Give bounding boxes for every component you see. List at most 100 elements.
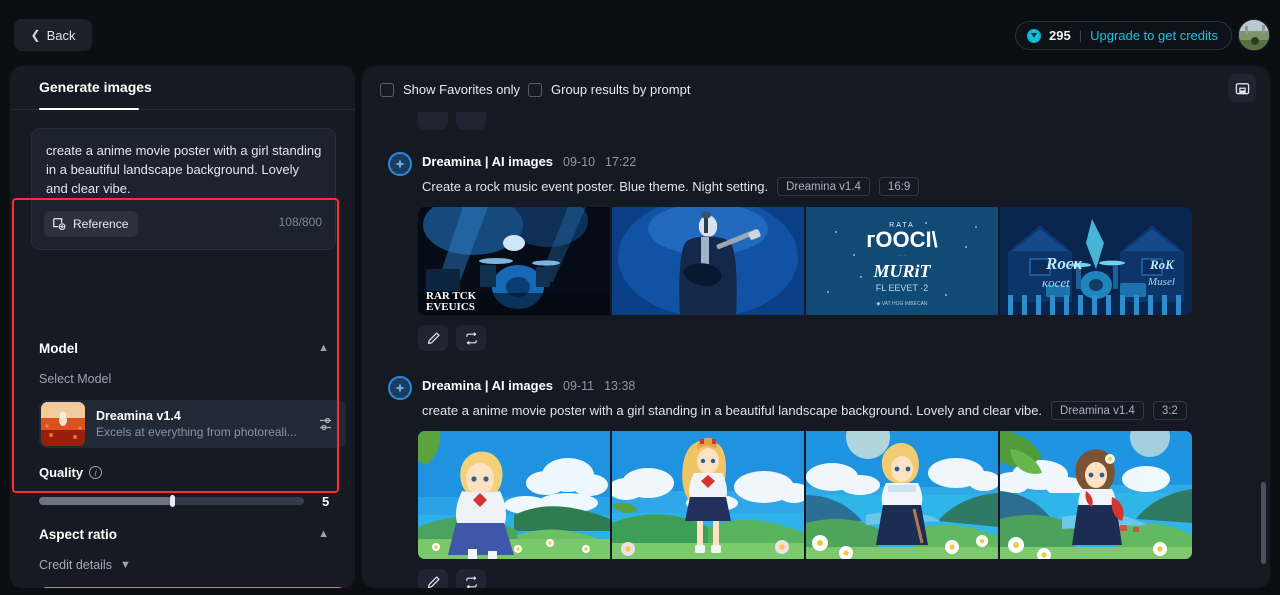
model-description: Excels at everything from photoreali... [96, 425, 297, 439]
model-tag: Dreamina v1.4 [1051, 401, 1144, 420]
tab-active-indicator [39, 108, 139, 110]
result-prompt: Create a rock music event poster. Blue t… [422, 179, 769, 194]
model-section-header[interactable]: Model ▲ [39, 341, 329, 356]
loop-icon [465, 331, 477, 345]
show-favorites-checkbox[interactable]: Show Favorites only [380, 82, 520, 97]
result-prompt: create a anime movie poster with a girl … [422, 403, 1043, 418]
select-model-label: Select Model [39, 372, 112, 386]
edit-button[interactable] [418, 112, 448, 130]
result-image-anime-1 [418, 431, 610, 559]
model-thumbnail-image [41, 402, 85, 446]
results-scroll-area[interactable]: Dreamina | AI images 09-10 17:22 Create … [362, 112, 1270, 588]
result-image[interactable] [806, 431, 998, 559]
edit-button[interactable] [418, 569, 448, 588]
tab-generate-images[interactable]: Generate images [39, 79, 152, 95]
result-time: 13:38 [604, 379, 636, 393]
quality-slider[interactable] [39, 495, 304, 507]
reference-button[interactable]: Reference [44, 211, 139, 237]
result-thumbnails: RAR TCK EVEUICS RATA гOOCI\ · · · MURiT … [418, 207, 1192, 315]
aspect-ratio-section-header[interactable]: Aspect ratio ▲ [39, 527, 329, 542]
back-button[interactable]: ❮ Back [14, 19, 92, 51]
result-image-stage: RAR TCK EVEUICS [418, 207, 610, 315]
back-button-label: Back [46, 27, 76, 43]
credits-count: 295 [1049, 28, 1071, 43]
prompt-box[interactable]: create a anime movie poster with a girl … [31, 128, 336, 250]
result-image-typographic: RATA гOOCI\ · · · MURiT FL EEVET ·2 ◆ VA… [806, 207, 998, 315]
result-image[interactable]: RATA гOOCI\ · · · MURiT FL EEVET ·2 ◆ VA… [806, 207, 998, 315]
quality-label: Quality i [39, 465, 103, 480]
result-image-anime-2 [612, 431, 804, 559]
svg-text:Musel: Musel [1147, 276, 1175, 288]
results-panel: Show Favorites only Group results by pro… [362, 66, 1270, 588]
regenerate-button[interactable] [456, 325, 486, 351]
sliders-icon[interactable] [318, 415, 336, 433]
result-image[interactable] [1000, 431, 1192, 559]
pencil-icon [427, 575, 440, 588]
char-counter: 108/800 [278, 215, 322, 229]
upgrade-link[interactable]: Upgrade to get credits [1090, 28, 1218, 43]
album-button[interactable] [1228, 74, 1256, 102]
credit-coin-icon [1027, 28, 1041, 43]
previous-result-actions[interactable] [418, 112, 486, 130]
model-select-row[interactable]: Dreamina v1.4 Excels at everything from … [39, 400, 346, 448]
generate-button[interactable]: Generate 5 [39, 587, 346, 588]
avatar[interactable] [1238, 19, 1270, 51]
chevron-up-icon[interactable]: ▲ [318, 343, 329, 354]
ratio-tag: 3:2 [1152, 401, 1187, 420]
aspect-ratio-title: Aspect ratio [39, 527, 118, 542]
result-prompt-row: Create a rock music event poster. Blue t… [422, 177, 920, 196]
group-by-prompt-label: Group results by prompt [551, 82, 691, 97]
model-name: Dreamina v1.4 [96, 409, 181, 423]
chevron-up-icon[interactable]: ▲ [318, 529, 329, 540]
loop-icon [465, 575, 477, 588]
group-by-prompt-checkbox[interactable]: Group results by prompt [528, 82, 690, 97]
result-header: Dreamina | AI images 09-11 13:38 [422, 378, 635, 393]
model-info: Dreamina v1.4 Excels at everything from … [96, 409, 318, 439]
svg-text:◆ VAT HOG IMBECAN: ◆ VAT HOG IMBECAN [876, 301, 927, 307]
result-thumbnails [418, 431, 1192, 559]
svg-text:FL EEVET ·2: FL EEVET ·2 [876, 283, 929, 293]
svg-text:RoK: RoK [1149, 257, 1175, 272]
svg-text:Rocк: Rocк [1045, 254, 1082, 273]
add-image-icon [53, 218, 66, 230]
result-date: 09-11 [563, 379, 595, 393]
info-icon[interactable]: i [89, 466, 103, 479]
result-image[interactable]: Rocк кocet RoK Musel [1000, 207, 1192, 315]
result-actions [418, 569, 486, 588]
result-image[interactable]: RAR TCK EVEUICS [418, 207, 610, 315]
top-bar: ❮ Back 295 | Upgrade to get credits [0, 0, 1280, 70]
show-favorites-label: Show Favorites only [403, 82, 521, 97]
generate-panel: Generate images create a anime movie pos… [10, 66, 355, 588]
quality-slider-fill [39, 497, 172, 505]
user-avatar-image [1239, 20, 1269, 50]
results-scrollbar[interactable] [1261, 482, 1266, 564]
result-image[interactable] [612, 207, 804, 315]
reference-button-label: Reference [73, 217, 129, 231]
result-date: 09-10 [563, 155, 596, 169]
credits-separator: | [1078, 28, 1083, 43]
credit-details-toggle[interactable]: Credit details ▼ [39, 558, 131, 572]
album-folder-icon [1235, 82, 1249, 94]
result-image-anime-4 [1000, 431, 1192, 559]
quality-slider-handle[interactable] [169, 495, 175, 507]
checkbox-box[interactable] [528, 82, 542, 97]
model-thumbnail [41, 402, 85, 446]
edit-button[interactable] [418, 325, 448, 351]
prompt-text[interactable]: create a anime movie poster with a girl … [46, 141, 324, 198]
regenerate-button[interactable] [456, 569, 486, 588]
regenerate-button[interactable] [456, 112, 486, 130]
panel-tabs: Generate images [10, 66, 355, 110]
svg-text:MURiT: MURiT [872, 261, 931, 281]
checkbox-box[interactable] [380, 82, 394, 97]
chevron-left-icon: ❮ [30, 28, 41, 42]
ratio-tag: 16:9 [878, 177, 920, 196]
pencil-icon [427, 331, 440, 344]
result-image[interactable] [418, 431, 610, 559]
result-image[interactable] [612, 431, 804, 559]
quality-label-text: Quality [39, 465, 84, 480]
svg-text:EVEUICS: EVEUICS [426, 301, 475, 313]
chevron-down-icon: ▼ [119, 558, 131, 571]
credits-pill[interactable]: 295 | Upgrade to get credits [1015, 21, 1232, 50]
result-header: Dreamina | AI images 09-10 17:22 [422, 154, 636, 169]
credit-details-label: Credit details [39, 558, 112, 572]
